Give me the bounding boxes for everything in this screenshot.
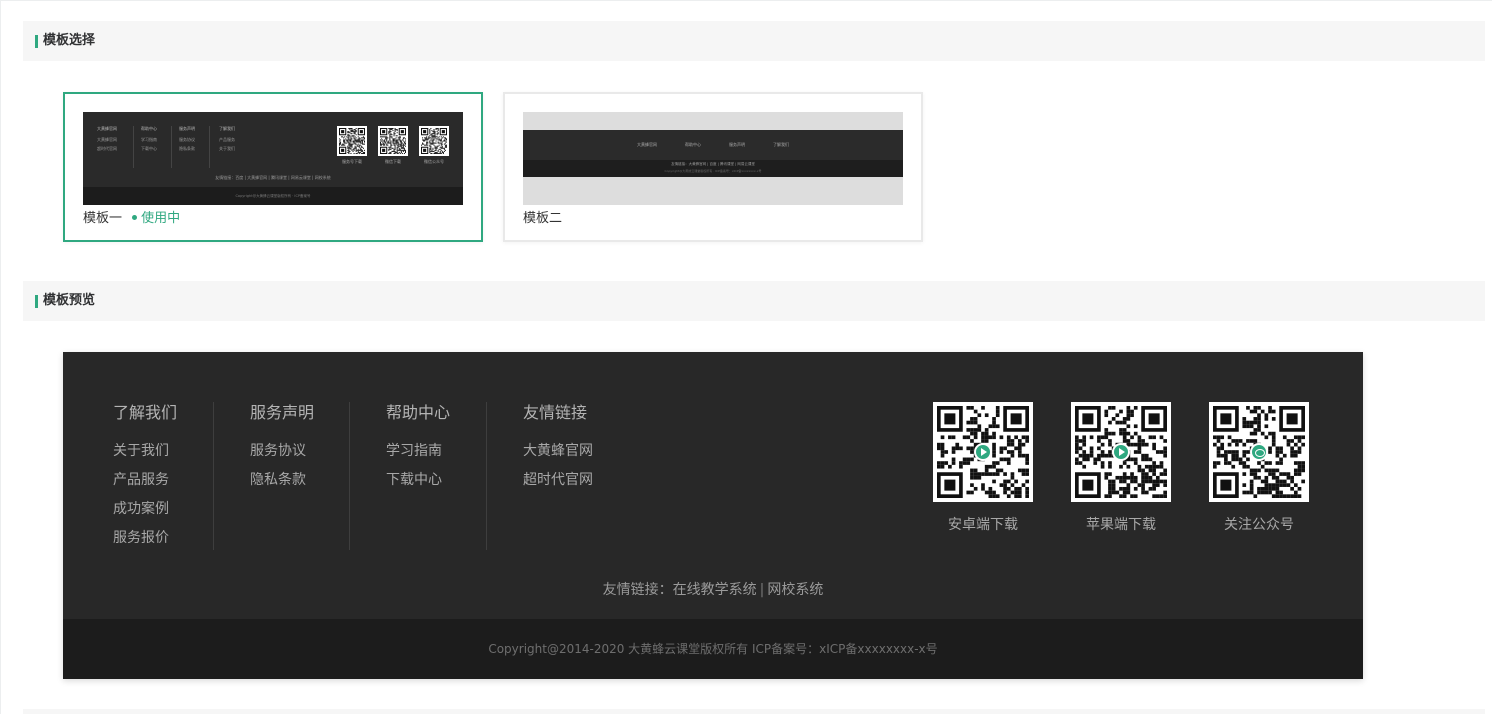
qr-label: 关注公众号 <box>1224 517 1294 533</box>
status-dot-icon <box>132 215 138 220</box>
play-icon <box>1112 443 1130 461</box>
copyright-bar: Copyright@2014-2020 大黄蜂云课堂版权所有 ICP备案号：xI… <box>63 619 1363 679</box>
section-title: 模板预览 <box>43 293 96 308</box>
qr-code-icon <box>933 402 1033 502</box>
template-status-badge: 使用中 <box>132 211 180 226</box>
footer-link[interactable]: 服务报价 <box>113 529 177 548</box>
thumb-copyright: Copyright@大黄蜂云课堂版权所有 · ICP备案号：xICP备xxxxx… <box>664 169 762 173</box>
thumb-column: 了解我们 产品服务 关于我们 <box>219 126 235 151</box>
footer-column-friend-links: 友情链接 大黄蜂官网 超时代官网 <box>523 402 593 500</box>
template-card-1[interactable]: 大黄蜂官网 大黄蜂官网 超时代官网 帮助中心 学习指南 下载中心 服务声明 服务… <box>63 92 483 242</box>
template-caption: 模板二 <box>523 210 562 228</box>
thumb-links: 友情链接：百度 | 大黄蜂官网 | 腾讯课堂 | 网易云课堂 | 网校系统 <box>215 175 331 180</box>
friend-links-prefix: 友情链接： <box>602 582 673 598</box>
thumb-qr-code <box>419 126 449 156</box>
section-header-template-preview: 模板预览 <box>23 281 1485 321</box>
qr-wechat: 关注公众号 <box>1209 402 1309 534</box>
footer-column-about: 了解我们 关于我们 产品服务 成功案例 服务报价 <box>113 402 177 558</box>
thumb-nav: 大黄蜂官网 帮助中心 服务声明 了解我们 <box>637 142 789 147</box>
qr-code-icon <box>1071 402 1171 502</box>
footer-column-heading: 了解我们 <box>113 403 178 422</box>
template-name: 模板二 <box>523 211 563 226</box>
footer-column-service: 服务声明 服务协议 隐私条款 <box>250 402 314 500</box>
template-caption: 模板一 使用中 <box>83 210 180 228</box>
footer-link[interactable]: 超时代官网 <box>523 471 593 490</box>
footer-link[interactable]: 学习指南 <box>386 442 450 461</box>
section-accent-bar <box>35 295 38 308</box>
thumb-qr-code <box>378 126 408 156</box>
qr-label: 安卓端下载 <box>948 517 1018 533</box>
friend-links-row: 友情链接：在线教学系统 | 网校系统 <box>602 582 824 598</box>
thumb-column: 帮助中心 学习指南 下载中心 <box>141 126 157 151</box>
thumb-column: 大黄蜂官网 大黄蜂官网 超时代官网 <box>97 126 117 151</box>
column-divider <box>349 402 350 550</box>
footer-link[interactable]: 大黄蜂官网 <box>523 442 593 461</box>
footer-column-help: 帮助中心 学习指南 下载中心 <box>386 402 450 500</box>
thumb-copyright: Copyright@大黄蜂云课堂版权所有 · ICP备案号 <box>83 187 463 205</box>
qr-android: 安卓端下载 <box>933 402 1033 534</box>
thumb-links: 友情链接：大黄蜂官网 | 百度 | 腾讯课堂 | 网易云课堂 <box>671 162 755 166</box>
footer-link[interactable]: 服务协议 <box>250 442 314 461</box>
footer-preview: 了解我们 关于我们 产品服务 成功案例 服务报价 服务声明 服务协议 隐私条款 … <box>63 352 1363 679</box>
column-divider <box>486 402 487 550</box>
section-accent-bar <box>35 35 38 48</box>
footer-column-heading: 帮助中心 <box>386 403 451 422</box>
qr-ios: 苹果端下载 <box>1071 402 1171 534</box>
play-icon <box>974 443 992 461</box>
template-thumbnail: 大黄蜂官网 帮助中心 服务声明 了解我们 友情链接：大黄蜂官网 | 百度 | 腾讯课堂… <box>523 112 903 205</box>
footer-column-heading: 友情链接 <box>523 403 588 422</box>
template-name: 模板一 <box>83 211 123 226</box>
thumb-qr-code <box>337 126 367 156</box>
friend-link[interactable]: 在线教学系统 <box>673 582 757 598</box>
wechat-icon <box>1250 443 1268 461</box>
footer-link[interactable]: 关于我们 <box>113 442 177 461</box>
footer-link[interactable]: 产品服务 <box>113 471 177 490</box>
template-thumbnail: 大黄蜂官网 大黄蜂官网 超时代官网 帮助中心 学习指南 下载中心 服务声明 服务… <box>83 112 463 205</box>
footer-link[interactable]: 隐私条款 <box>250 471 314 490</box>
qr-code-icon <box>1209 402 1309 502</box>
footer-link[interactable]: 成功案例 <box>113 500 177 519</box>
section-header-template-select: 模板选择 <box>23 21 1485 61</box>
section-divider <box>23 709 1485 714</box>
column-divider <box>213 402 214 550</box>
page: 模板选择 大黄蜂官网 大黄蜂官网 超时代官网 帮助中心 学习指南 下载中心 服务… <box>0 0 1492 714</box>
friend-link[interactable]: 网校系统 <box>767 582 823 598</box>
thumb-column: 服务声明 服务协议 隐私条款 <box>179 126 195 151</box>
footer-link[interactable]: 下载中心 <box>386 471 450 490</box>
template-card-2[interactable]: 大黄蜂官网 帮助中心 服务声明 了解我们 友情链接：大黄蜂官网 | 百度 | 腾讯课堂… <box>503 92 923 242</box>
section-title: 模板选择 <box>43 33 96 48</box>
qr-label: 苹果端下载 <box>1086 517 1156 533</box>
footer-column-heading: 服务声明 <box>250 403 315 422</box>
